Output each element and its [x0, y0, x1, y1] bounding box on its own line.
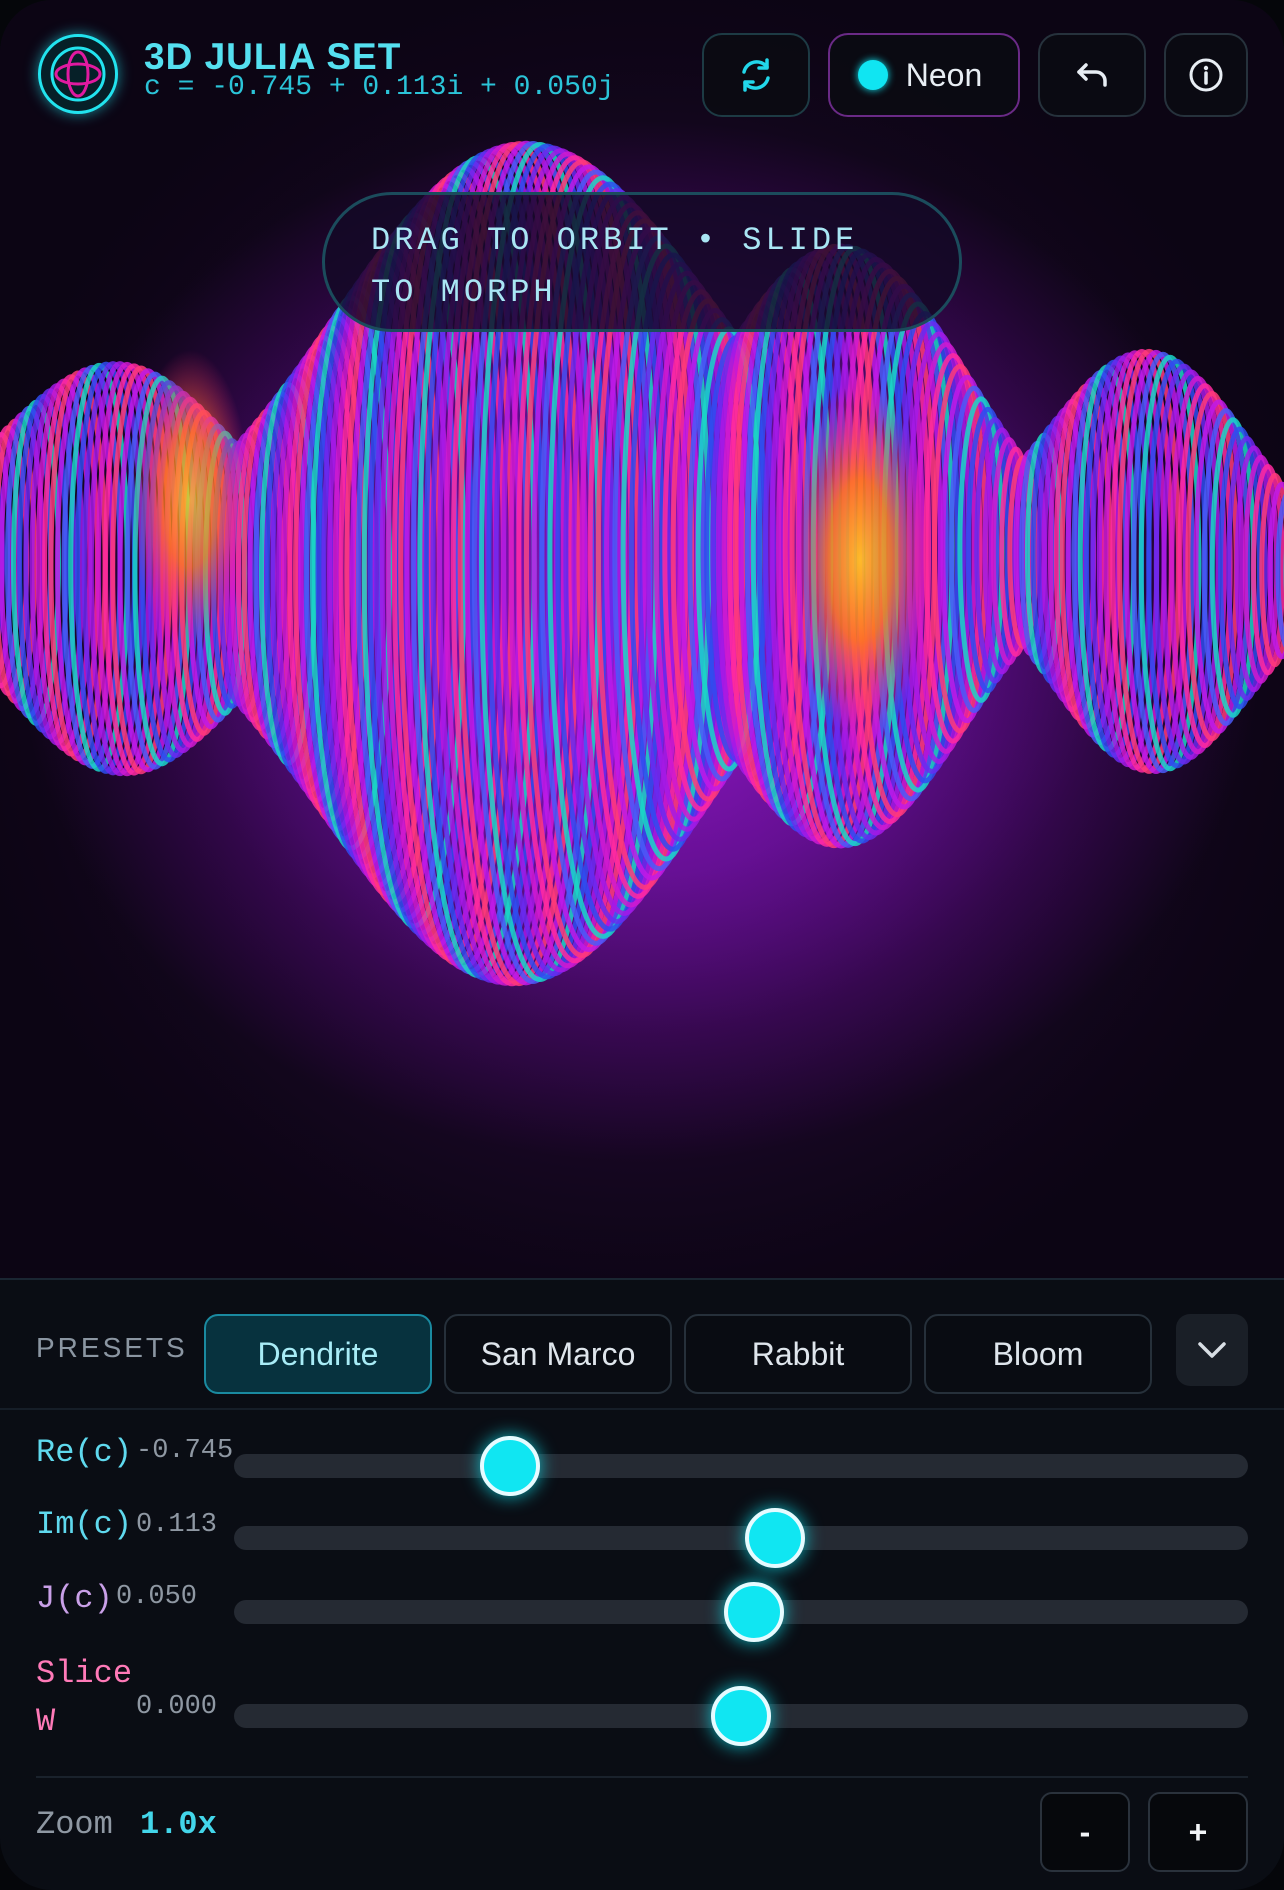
slider-label: Im(c) — [36, 1506, 133, 1543]
info-icon — [1189, 58, 1223, 92]
fractal-core-glow-center — [790, 380, 930, 740]
slider-im-c: Im(c) 0.113 — [0, 1496, 1284, 1568]
fractal-core-glow-left — [130, 350, 250, 650]
slider-value: -0.745 — [136, 1436, 234, 1466]
slider-j-c: J(c) 0.050 — [0, 1570, 1284, 1642]
zoom-out-button[interactable]: - — [1040, 1792, 1130, 1872]
app-header: 3D JULIA SET c = -0.745 + 0.113i + 0.050… — [0, 0, 1284, 150]
slider-thumb[interactable] — [479, 1436, 540, 1496]
slider-track[interactable] — [234, 1436, 1248, 1496]
refresh-button[interactable] — [702, 33, 810, 117]
theme-label: Neon — [905, 56, 983, 93]
chevron-down-icon — [1198, 1342, 1226, 1358]
julia-app: 3D JULIA SET c = -0.745 + 0.113i + 0.050… — [0, 0, 1284, 1890]
preset-bloom[interactable]: Bloom — [924, 1314, 1152, 1394]
undo-icon — [1077, 63, 1107, 87]
zoom-in-button[interactable]: + — [1148, 1792, 1248, 1872]
zoom-divider — [36, 1776, 1248, 1778]
slider-thumb[interactable] — [745, 1508, 806, 1568]
theme-color-swatch — [857, 60, 888, 90]
julia-logo-icon — [38, 34, 118, 114]
slider-track[interactable] — [234, 1686, 1248, 1746]
refresh-icon — [742, 58, 770, 92]
zoom-value: 1.0x — [140, 1806, 217, 1843]
c-parameter-readout: c = -0.745 + 0.113i + 0.050j — [144, 72, 615, 103]
slider-slice-w: Slice W 0.000 — [0, 1640, 1284, 1760]
control-panel: PRESETS Dendrite San Marco Rabbit Bloom … — [0, 1278, 1284, 1890]
slider-label: Re(c) — [36, 1434, 133, 1471]
interaction-hint: DRAG TO ORBIT • SLIDE TO MORPH — [322, 192, 962, 332]
slider-value: 0.113 — [136, 1510, 218, 1540]
slider-thumb[interactable] — [724, 1582, 785, 1642]
presets-label: PRESETS — [36, 1332, 188, 1363]
preset-rabbit[interactable]: Rabbit — [684, 1314, 912, 1394]
theme-button[interactable]: Neon — [828, 33, 1020, 117]
preset-san-marco[interactable]: San Marco — [444, 1314, 672, 1394]
slider-label: Slice W — [36, 1655, 133, 1740]
slider-value: 0.000 — [136, 1692, 218, 1722]
info-button[interactable] — [1164, 33, 1248, 117]
slider-thumb[interactable] — [711, 1686, 771, 1746]
slider-label: J(c) — [36, 1580, 113, 1617]
slider-track[interactable] — [234, 1582, 1248, 1642]
undo-button[interactable] — [1038, 33, 1146, 117]
zoom-label: Zoom — [36, 1806, 113, 1843]
slider-value: 0.050 — [116, 1582, 198, 1612]
preset-dendrite[interactable]: Dendrite — [204, 1314, 432, 1394]
presets-row: PRESETS Dendrite San Marco Rabbit Bloom — [0, 1280, 1284, 1410]
slider-re-c: Re(c) -0.745 — [0, 1424, 1284, 1496]
slider-track[interactable] — [234, 1508, 1248, 1568]
presets-expand-button[interactable] — [1176, 1314, 1248, 1386]
